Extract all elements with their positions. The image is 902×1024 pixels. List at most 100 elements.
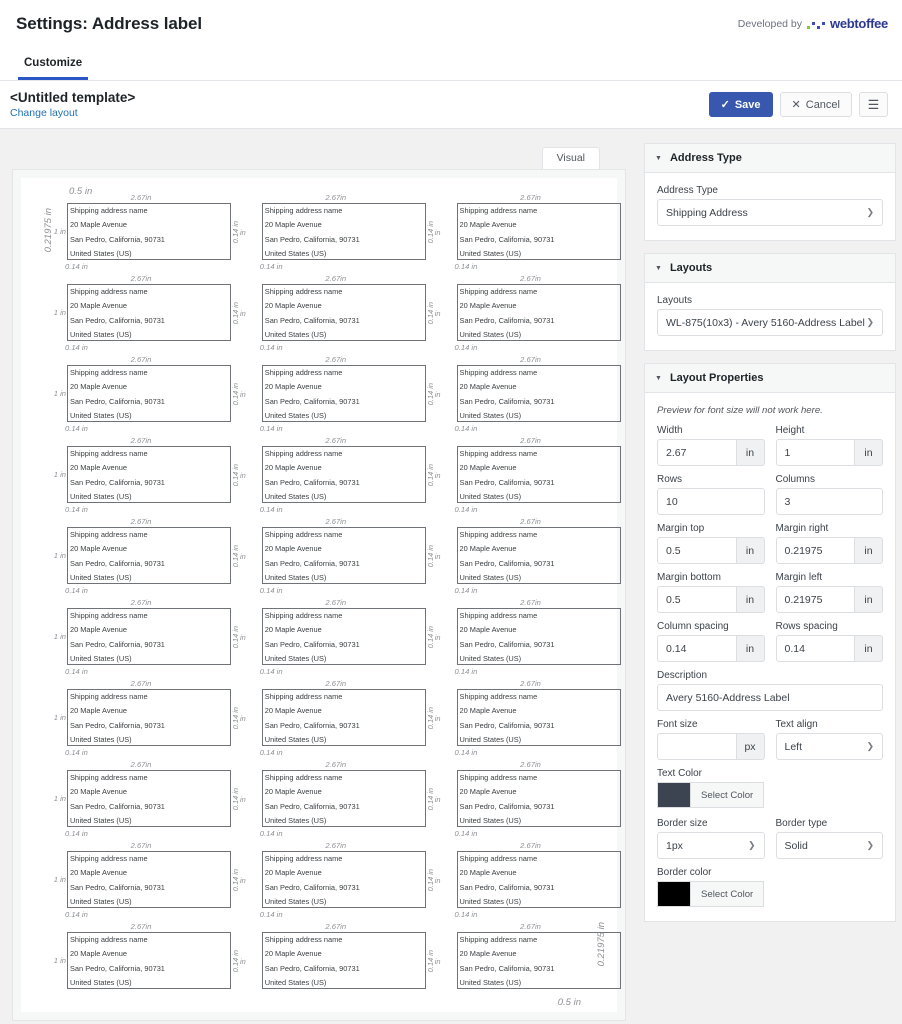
label-row: Shipping address name 20 Maple Avenue San …: [246, 284, 426, 341]
panel-layouts-body: Layouts WL-875(10x3) - Avery 5160-Addres…: [645, 283, 895, 350]
panel-layout-properties-header[interactable]: ▼ Layout Properties: [645, 364, 895, 393]
address-label-box[interactable]: Shipping address name 20 Maple Avenue San …: [67, 851, 231, 908]
label-grid-row: 2.67in 1 in Shipping address name 20 Maple …: [51, 273, 621, 354]
border-color-swatch[interactable]: [657, 881, 691, 907]
address-label-box[interactable]: Shipping address name 20 Maple Avenue San …: [261, 689, 426, 746]
address-label-box[interactable]: Shipping address name 20 Maple Avenue San …: [261, 932, 426, 989]
text-align-select[interactable]: Left ❯: [775, 733, 883, 760]
address-label-box[interactable]: Shipping address name 20 Maple Avenue San …: [261, 203, 426, 260]
address-label-box[interactable]: Shipping address name 20 Maple Avenue San …: [261, 284, 426, 341]
address-label-box[interactable]: Shipping address name 20 Maple Avenue San …: [261, 527, 426, 584]
description-input[interactable]: Avery 5160-Address Label: [657, 684, 883, 711]
address-label-box[interactable]: Shipping address name 20 Maple Avenue San …: [67, 284, 231, 341]
column-spacing-value: 0.14 in: [425, 707, 435, 730]
row-spacing-annotation: 0.14 in: [65, 343, 88, 352]
address-label-box[interactable]: Shipping address name 20 Maple Avenue San …: [456, 770, 621, 827]
address-label-box[interactable]: Shipping address name 20 Maple Avenue San …: [456, 446, 621, 503]
address-label-box[interactable]: Shipping address name 20 Maple Avenue San …: [261, 365, 426, 422]
address-label-box[interactable]: Shipping address name 20 Maple Avenue San …: [456, 851, 621, 908]
panel-address-type-header[interactable]: ▼ Address Type: [645, 144, 895, 173]
menu-button[interactable]: ☰: [859, 92, 888, 117]
address-label-box[interactable]: Shipping address name 20 Maple Avenue San …: [456, 608, 621, 665]
address-line-3: San Pedro, California, 90731: [459, 721, 555, 730]
address-label-box[interactable]: Shipping address name 20 Maple Avenue San …: [261, 446, 426, 503]
column-spacing-annotation: 0.14 in in: [426, 516, 441, 597]
address-label-box[interactable]: Shipping address name 20 Maple Avenue San …: [67, 689, 231, 746]
address-type-select[interactable]: Shipping Address ❯: [657, 199, 883, 226]
address-type-label: Address Type: [657, 185, 718, 196]
address-line-4: United States (US): [70, 817, 132, 826]
label-row: 1 in Shipping address name 20 Maple Avenue…: [51, 446, 231, 503]
address-line-1: Shipping address name: [70, 531, 148, 539]
panel-address-type: ▼ Address Type Address Type Shipping Add…: [644, 143, 896, 241]
address-label-box[interactable]: Shipping address name 20 Maple Avenue San …: [456, 284, 621, 341]
address-label-box[interactable]: Shipping address name 20 Maple Avenue San …: [67, 365, 231, 422]
address-label-box[interactable]: Shipping address name 20 Maple Avenue San …: [67, 527, 231, 584]
chevron-down-icon: ❯: [866, 207, 874, 217]
rows-input[interactable]: 10: [657, 488, 765, 515]
row-spacing-annotation: 0.14 in: [65, 586, 88, 595]
panel-layouts-header[interactable]: ▼ Layouts: [645, 254, 895, 283]
row-border: Border size 1px ❯ Border type Solid ❯: [657, 818, 883, 867]
label-cell: 2.67in Shipping address name 20 Maple Aven…: [246, 516, 426, 597]
address-label-box[interactable]: Shipping address name 20 Maple Avenue San …: [456, 527, 621, 584]
address-line-1: Shipping address name: [264, 531, 343, 539]
width-input[interactable]: 2.67: [657, 439, 737, 466]
margin-left-input[interactable]: 0.21975: [775, 586, 855, 613]
label-width-annotation: 2.67in: [520, 841, 541, 850]
address-label-box[interactable]: Shipping address name 20 Maple Avenue San …: [67, 446, 231, 503]
tab-customize[interactable]: Customize: [18, 57, 89, 80]
address-label-box[interactable]: Shipping address name 20 Maple Avenue San …: [67, 770, 231, 827]
field-text-align: Text align Left ❯: [775, 719, 883, 760]
row-rows-columns: Rows 10 Columns 3: [657, 474, 883, 523]
top-header: Settings: Address label Developed by web…: [0, 0, 902, 47]
address-line-1: Shipping address name: [264, 936, 343, 944]
column-spacing-input[interactable]: 0.14: [657, 635, 737, 662]
address-label-box[interactable]: Shipping address name 20 Maple Avenue San …: [261, 770, 426, 827]
address-label-box[interactable]: Shipping address name 20 Maple Avenue San …: [261, 608, 426, 665]
label-row: Shipping address name 20 Maple Avenue San …: [441, 689, 621, 746]
address-line-3: San Pedro, California, 90731: [459, 640, 555, 649]
label-width-annotation: 2.67in: [130, 760, 152, 769]
address-label-box[interactable]: Shipping address name 20 Maple Avenue San …: [456, 365, 621, 422]
columns-input[interactable]: 3: [775, 488, 883, 515]
rows-spacing-input[interactable]: 0.14: [775, 635, 855, 662]
margin-left-unit: in: [855, 586, 883, 613]
column-spacing-annotation: 0.14 in in: [426, 759, 441, 840]
address-line-2: 20 Maple Avenue: [70, 869, 127, 878]
border-type-select[interactable]: Solid ❯: [775, 832, 883, 859]
address-label-box[interactable]: Shipping address name 20 Maple Avenue San …: [261, 851, 426, 908]
address-line-2: 20 Maple Avenue: [459, 464, 517, 473]
text-color-swatch[interactable]: [657, 782, 691, 808]
margin-top-input[interactable]: 0.5: [657, 537, 737, 564]
font-size-input[interactable]: [657, 733, 737, 760]
border-size-select[interactable]: 1px ❯: [657, 832, 765, 859]
address-label-box[interactable]: Shipping address name 20 Maple Avenue San …: [67, 932, 231, 989]
address-line-3: San Pedro, California, 90731: [70, 883, 165, 892]
text-color-select-button[interactable]: Select Color: [691, 782, 765, 808]
margin-right-input[interactable]: 0.21975: [775, 537, 855, 564]
border-type-label: Border type: [775, 818, 828, 829]
chevron-down-icon: ❯: [866, 741, 874, 751]
margin-bottom-input[interactable]: 0.5: [657, 586, 737, 613]
label-row: Shipping address name 20 Maple Avenue San …: [441, 608, 621, 665]
row-spacing-annotation: 0.14 in: [259, 586, 283, 595]
chevron-down-icon: ▼: [655, 374, 662, 382]
label-row: 1 in Shipping address name 20 Maple Avenue…: [51, 932, 231, 989]
address-label-box[interactable]: Shipping address name 20 Maple Avenue San …: [67, 203, 231, 260]
address-line-1: Shipping address name: [70, 369, 148, 377]
height-input[interactable]: 1: [775, 439, 855, 466]
tab-visual[interactable]: Visual: [541, 147, 600, 169]
address-label-box[interactable]: Shipping address name 20 Maple Avenue San …: [456, 203, 621, 260]
address-label-box[interactable]: Shipping address name 20 Maple Avenue San …: [67, 608, 231, 665]
label-width-annotation: 2.67in: [325, 274, 347, 283]
change-layout-link[interactable]: Change layout: [10, 107, 135, 119]
layouts-select[interactable]: WL-875(10x3) - Avery 5160-Address Label …: [657, 309, 883, 336]
save-button[interactable]: ✓ Save: [708, 92, 773, 117]
address-line-1: Shipping address name: [459, 936, 538, 944]
cancel-button[interactable]: ✕ Cancel: [779, 92, 852, 117]
border-color-select-button[interactable]: Select Color: [691, 881, 765, 907]
label-cell: 2.67in 1 in Shipping address name 20 Maple …: [51, 921, 231, 1002]
column-spacing-annotation: 0.14 in in: [231, 516, 246, 597]
address-label-box[interactable]: Shipping address name 20 Maple Avenue San …: [456, 689, 621, 746]
